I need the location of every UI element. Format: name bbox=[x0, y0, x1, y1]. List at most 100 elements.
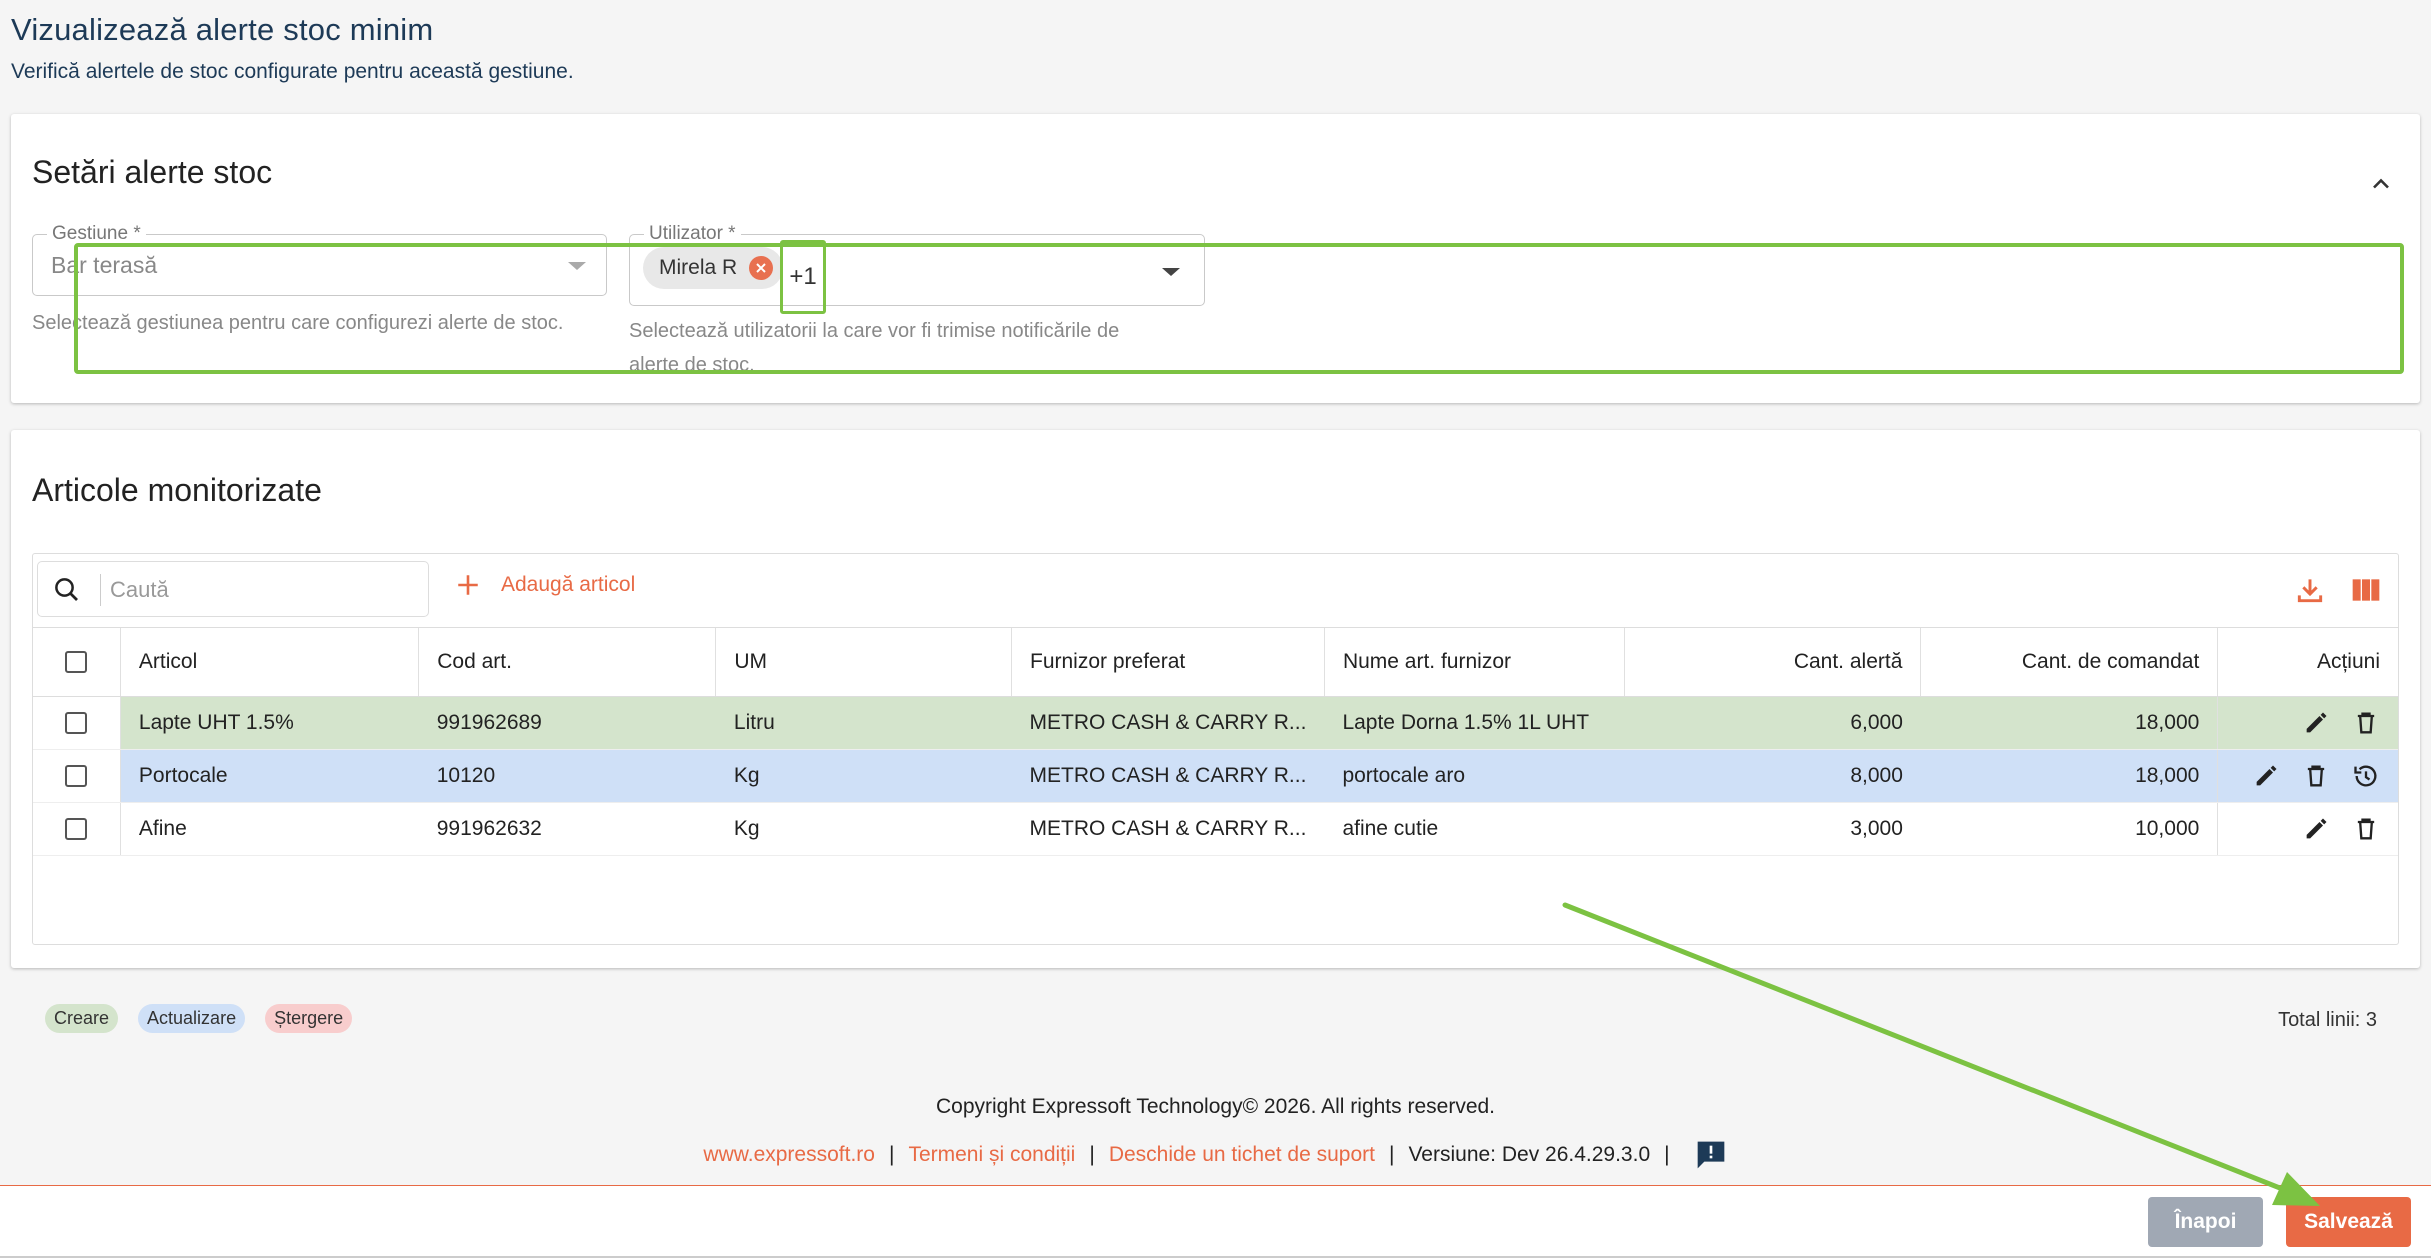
more-users-count[interactable]: +1 bbox=[780, 240, 826, 314]
page-title: Vizualizează alerte stoc minim bbox=[11, 12, 434, 47]
delete-icon[interactable] bbox=[2352, 815, 2380, 843]
col-nume-furnizor[interactable]: Nume art. furnizor bbox=[1324, 628, 1626, 697]
status-legend: Creare Actualizare Ștergere bbox=[45, 1004, 353, 1033]
cell-um: Litru bbox=[715, 696, 1012, 750]
separator: | bbox=[1089, 1143, 1095, 1166]
add-article-label: Adaugă articol bbox=[501, 573, 636, 596]
search-divider bbox=[100, 574, 101, 606]
select-all-cell[interactable] bbox=[33, 628, 121, 697]
row-select-cell[interactable] bbox=[33, 749, 121, 803]
bottom-action-bar: Înapoi Salvează bbox=[0, 1185, 2431, 1260]
site-link[interactable]: www.expressoft.ro bbox=[703, 1143, 875, 1167]
table-row[interactable]: Portocale 10120 Kg METRO CASH & CARRY R.… bbox=[33, 749, 2398, 803]
legend-delete-badge: Ștergere bbox=[265, 1004, 353, 1033]
gestiune-value: Bar terasă bbox=[51, 252, 158, 278]
search-box[interactable] bbox=[37, 561, 429, 617]
cell-cod: 10120 bbox=[418, 749, 716, 803]
utilizator-help-line1: Selectează utilizatorii la care vor fi t… bbox=[629, 320, 1120, 342]
table-header-row: Articol Cod art. UM Furnizor preferat Nu… bbox=[33, 628, 2398, 697]
cell-cod: 991962689 bbox=[418, 696, 716, 750]
articles-table: Articol Cod art. UM Furnizor preferat Nu… bbox=[33, 628, 2398, 856]
articles-card: Articole monitorizate Adaugă articol bbox=[11, 430, 2420, 1033]
back-button[interactable]: Înapoi bbox=[2148, 1197, 2263, 1247]
edit-icon[interactable] bbox=[2302, 709, 2330, 737]
cell-articol: Afine bbox=[120, 802, 419, 856]
columns-icon[interactable] bbox=[2350, 574, 2382, 606]
save-button[interactable]: Salvează bbox=[2286, 1197, 2411, 1247]
separator: | bbox=[1388, 1143, 1395, 1166]
separator: | bbox=[888, 1143, 895, 1166]
cell-nume-furnizor: afine cutie bbox=[1324, 802, 1625, 856]
caret-down-icon bbox=[568, 262, 586, 270]
grid-toolbar: Adaugă articol bbox=[33, 554, 2398, 628]
settings-title: Setări alerte stoc bbox=[32, 154, 273, 190]
col-actiuni: Acțiuni bbox=[2217, 628, 2398, 697]
delete-icon[interactable] bbox=[2302, 762, 2330, 790]
ticket-link[interactable]: Deschide un tichet de suport bbox=[1109, 1143, 1375, 1167]
footer-links: www.expressoft.ro | Termeni și condiții … bbox=[0, 1139, 2431, 1171]
row-select-cell[interactable] bbox=[33, 802, 121, 856]
cell-cant-alerta: 6,000 bbox=[1624, 696, 1921, 750]
col-cod[interactable]: Cod art. bbox=[418, 628, 717, 697]
col-cant-comandat[interactable]: Cant. de comandat bbox=[1920, 628, 2219, 697]
cell-um: Kg bbox=[715, 749, 1012, 803]
total-rows: Total linii: 3 bbox=[2278, 1009, 2377, 1031]
history-icon[interactable] bbox=[2352, 762, 2380, 790]
feedback-icon[interactable] bbox=[1694, 1139, 1728, 1171]
terms-link[interactable]: Termeni și condiții bbox=[908, 1143, 1075, 1167]
utilizator-help-line2: alerte de stoc. bbox=[629, 354, 755, 376]
cell-furnizor: METRO CASH & CARRY R... bbox=[1011, 696, 1325, 750]
cell-furnizor: METRO CASH & CARRY R... bbox=[1011, 749, 1325, 803]
user-chip: Mirela R bbox=[643, 247, 784, 289]
col-um[interactable]: UM bbox=[715, 628, 1012, 697]
row-checkbox[interactable] bbox=[65, 817, 88, 840]
cell-um: Kg bbox=[715, 802, 1012, 856]
chevron-up-icon[interactable] bbox=[2367, 170, 2395, 198]
search-input[interactable] bbox=[110, 572, 410, 608]
add-article-button[interactable]: Adaugă articol bbox=[455, 572, 635, 598]
search-icon bbox=[55, 578, 78, 601]
settings-card: Setări alerte stoc Gestiune * Bar terasă… bbox=[11, 114, 2420, 403]
utilizator-label: Utilizator * bbox=[644, 223, 741, 245]
gestiune-label: Gestiune * bbox=[47, 223, 146, 245]
table-row[interactable]: Afine 991962632 Kg METRO CASH & CARRY R.… bbox=[33, 802, 2398, 856]
row-checkbox[interactable] bbox=[65, 711, 88, 734]
gestiune-select[interactable]: Gestiune * Bar terasă bbox=[32, 223, 607, 296]
cell-nume-furnizor: Lapte Dorna 1.5% 1L UHT bbox=[1324, 696, 1625, 750]
separator: | bbox=[1664, 1143, 1670, 1166]
gestiune-help: Selectează gestiunea pentru care configu… bbox=[32, 312, 564, 334]
utilizator-help: Selectează utilizatorii la care vor fi t… bbox=[629, 314, 1229, 382]
select-all-checkbox[interactable] bbox=[65, 651, 88, 674]
copyright-text: Copyright Expressoft Technology© 2026. A… bbox=[935, 1095, 1496, 1118]
cell-cant-alerta: 3,000 bbox=[1624, 802, 1921, 856]
col-furnizor[interactable]: Furnizor preferat bbox=[1011, 628, 1325, 697]
cell-cant-comandat: 18,000 bbox=[1920, 696, 2218, 750]
edit-icon[interactable] bbox=[2302, 815, 2330, 843]
caret-down-icon[interactable] bbox=[1162, 268, 1180, 276]
row-checkbox[interactable] bbox=[65, 764, 88, 787]
cell-articol: Lapte UHT 1.5% bbox=[120, 696, 419, 750]
version-text: Versiune: Dev 26.4.29.3.0 bbox=[1408, 1143, 1651, 1166]
col-articol[interactable]: Articol bbox=[120, 628, 420, 697]
page-subtitle: Verifică alertele de stoc configurate pe… bbox=[11, 60, 574, 83]
page-header: Vizualizează alerte stoc minim Verifică … bbox=[11, 12, 574, 84]
download-icon[interactable] bbox=[2294, 574, 2326, 606]
table-row[interactable]: Lapte UHT 1.5% 991962689 Litru METRO CAS… bbox=[33, 696, 2398, 750]
cell-cant-alerta: 8,000 bbox=[1624, 749, 1921, 803]
cell-actions bbox=[2217, 802, 2398, 856]
cell-articol: Portocale bbox=[120, 749, 419, 803]
cell-cant-comandat: 10,000 bbox=[1920, 802, 2218, 856]
edit-icon[interactable] bbox=[2252, 762, 2280, 790]
delete-icon[interactable] bbox=[2352, 709, 2380, 737]
row-select-cell[interactable] bbox=[33, 696, 121, 750]
chip-remove-icon[interactable] bbox=[749, 256, 774, 280]
user-chip-label: Mirela R bbox=[659, 256, 738, 279]
legend-create-badge: Creare bbox=[45, 1004, 119, 1033]
articles-title: Articole monitorizate bbox=[32, 472, 322, 508]
cell-actions bbox=[2217, 696, 2398, 750]
col-cant-alerta[interactable]: Cant. alertă bbox=[1624, 628, 1922, 697]
cell-actions bbox=[2217, 749, 2398, 803]
utilizator-select[interactable]: Utilizator * Mirela R +1 bbox=[629, 223, 1205, 314]
cell-cod: 991962632 bbox=[418, 802, 716, 856]
footer: Copyright Expressoft Technology© 2026. A… bbox=[0, 1095, 2431, 1171]
